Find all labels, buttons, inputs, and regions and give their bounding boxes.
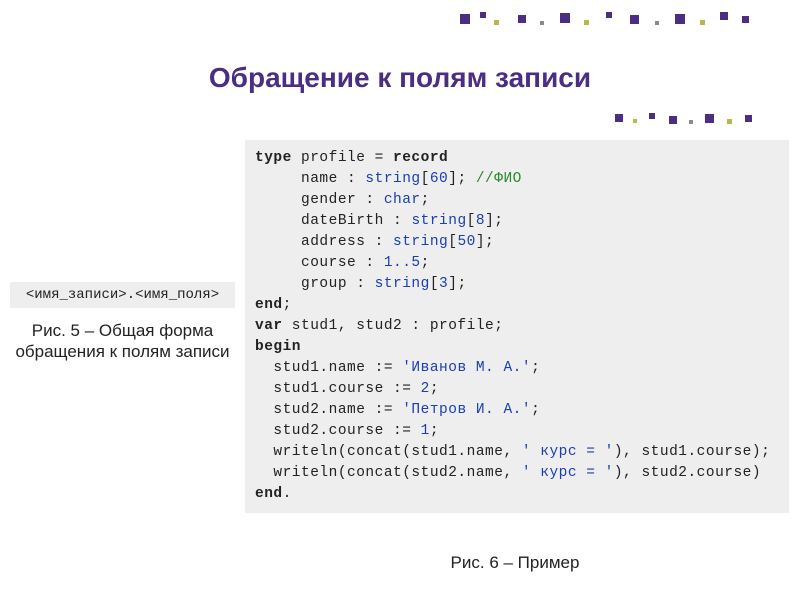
decoration-under-title: [615, 113, 765, 127]
figure-6-caption: Рис. 6 – Пример: [245, 553, 785, 573]
slide-title: Обращение к полям записи: [0, 62, 800, 94]
decoration-top: [460, 12, 760, 28]
syntax-pattern-box: <имя_записи>.<имя_поля>: [10, 282, 235, 308]
code-example: type profile = record name : string[60];…: [245, 140, 789, 513]
figure-5-caption: Рис. 5 – Общая форма обращения к полям з…: [10, 320, 235, 363]
